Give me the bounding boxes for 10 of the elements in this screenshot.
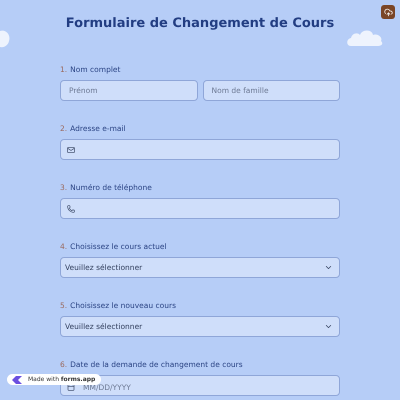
upload-button[interactable]	[381, 5, 395, 19]
mail-icon	[67, 146, 75, 154]
chevron-icon	[324, 322, 333, 331]
logo-icon	[11, 374, 23, 384]
cloud-upload-icon	[384, 8, 392, 16]
input-field[interactable]	[60, 139, 340, 160]
chevron-icon	[324, 263, 333, 272]
form-title: Formulaire de Changement de Cours	[64, 15, 336, 33]
input-field[interactable]	[60, 198, 340, 219]
phone-icon	[67, 204, 75, 212]
